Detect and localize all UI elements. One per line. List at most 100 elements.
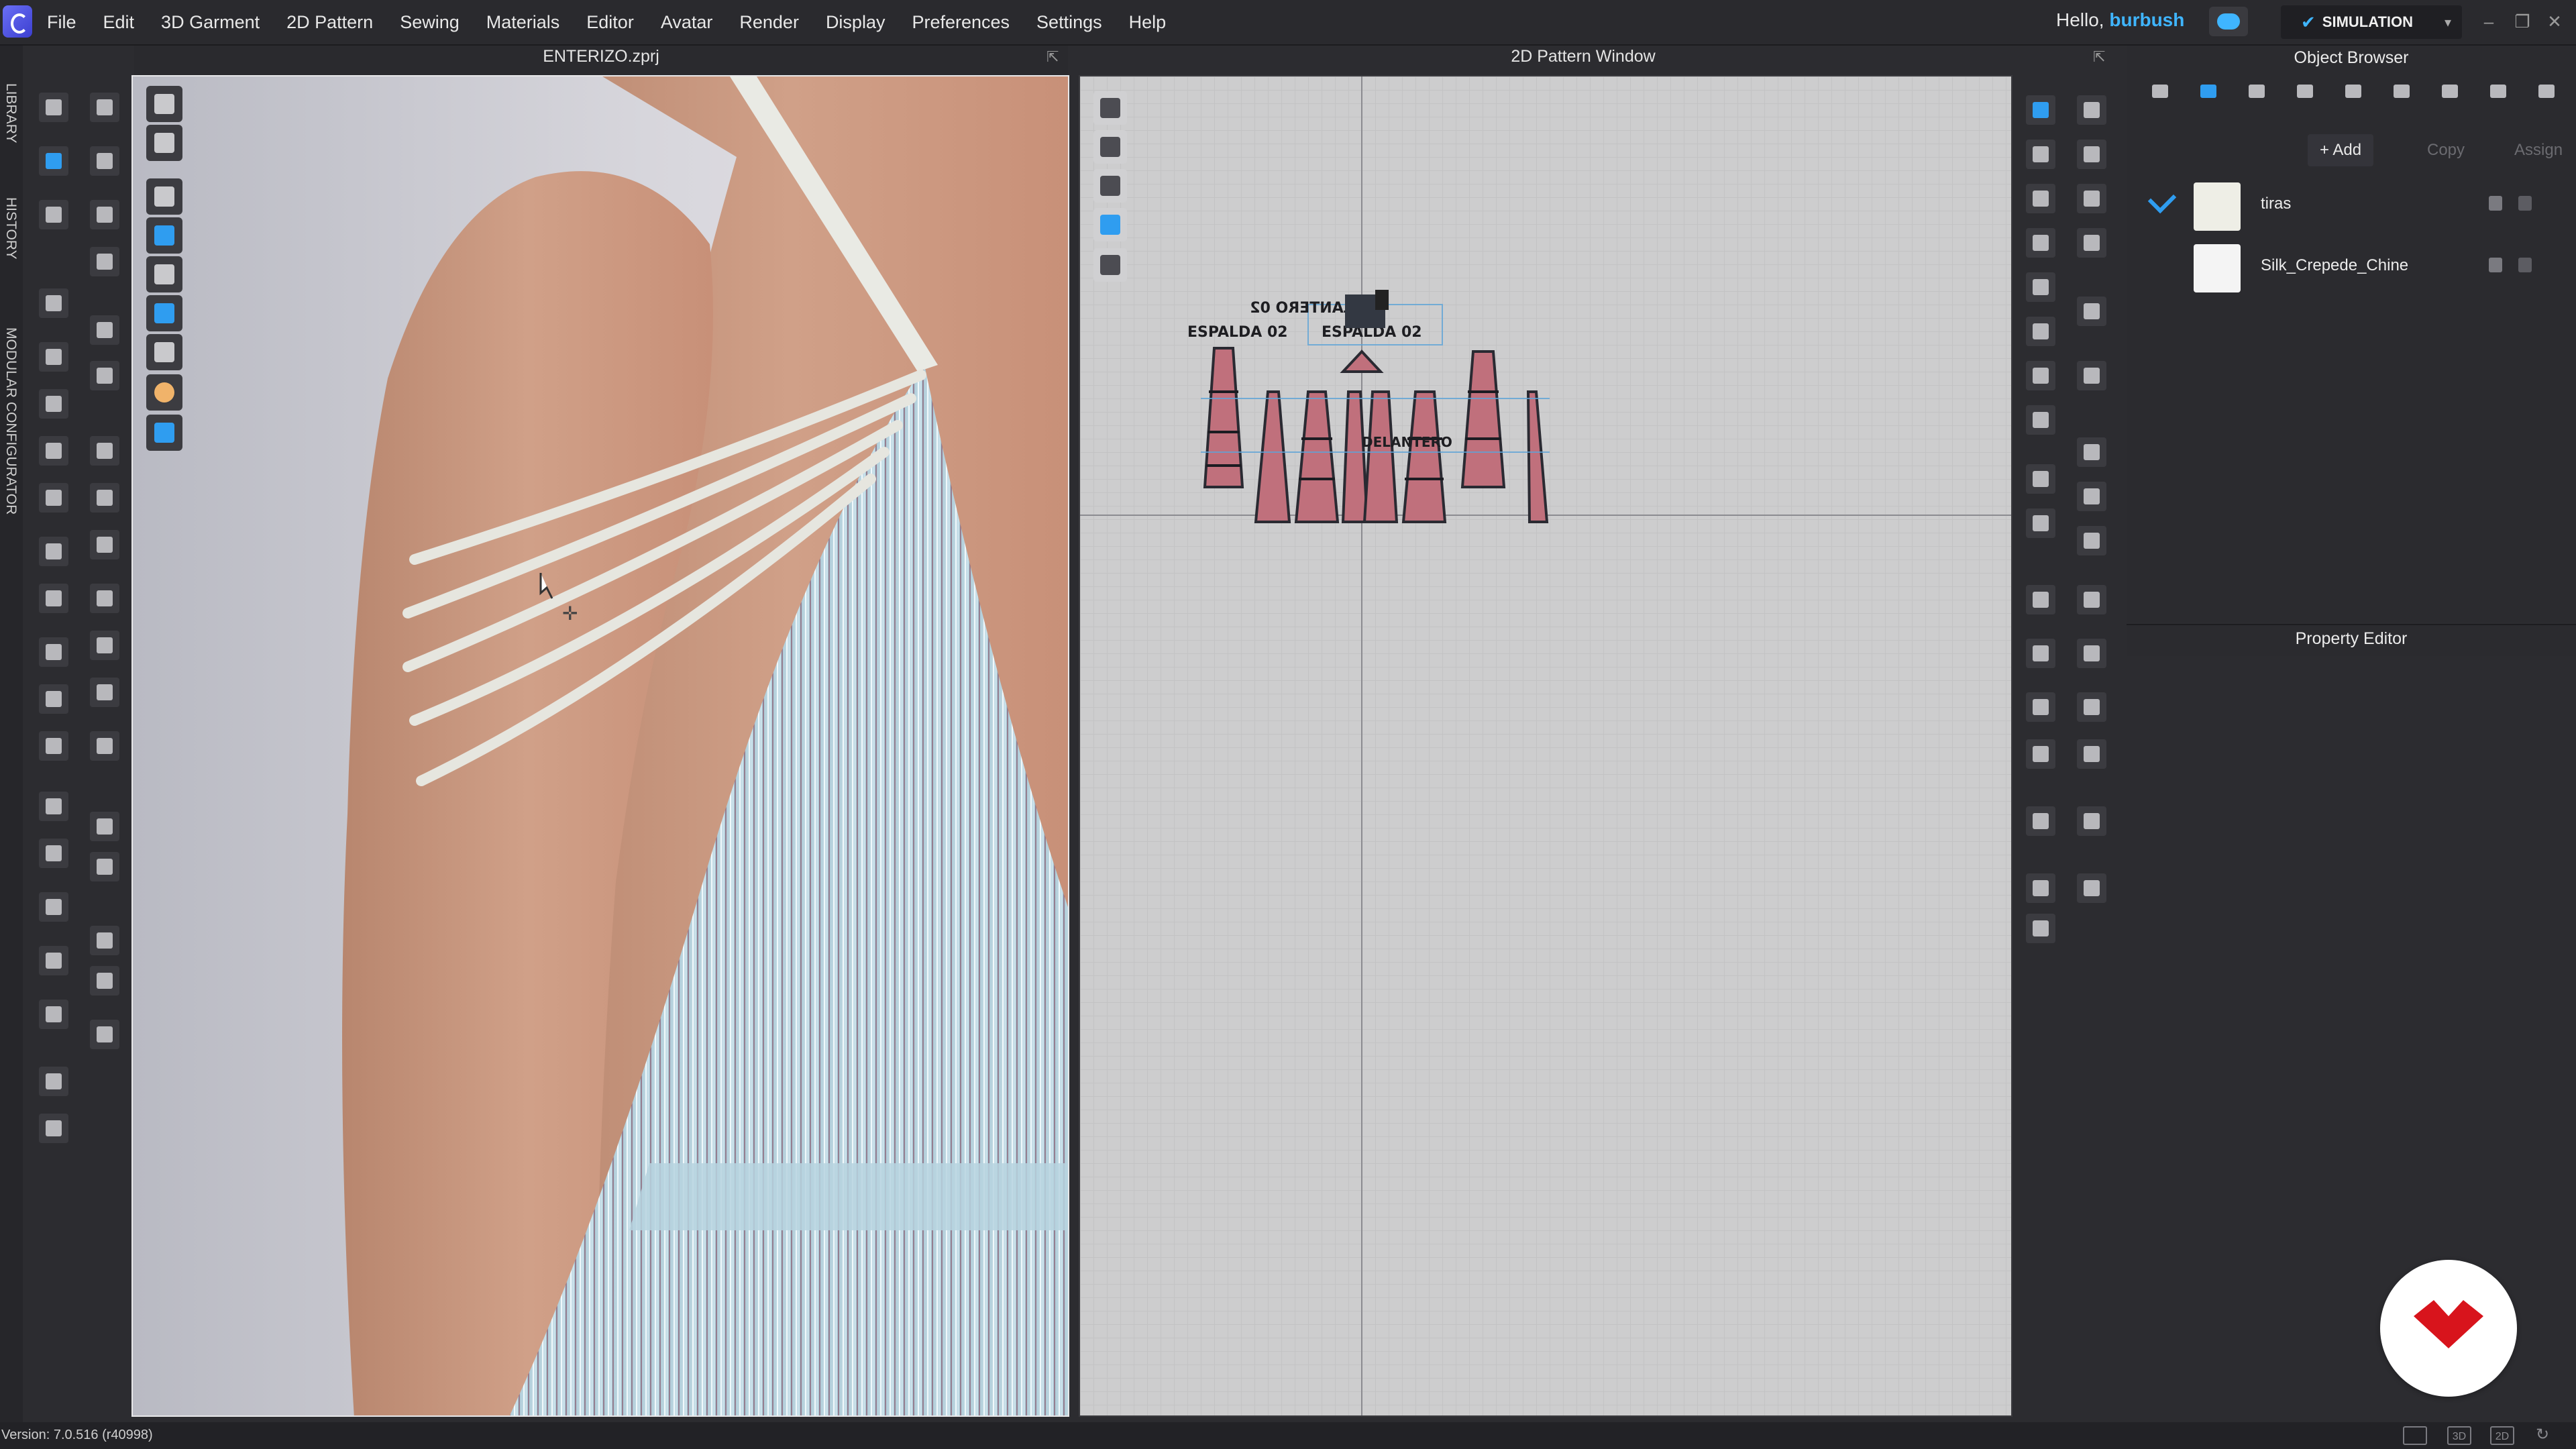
menu-display[interactable]: Display xyxy=(826,12,885,33)
edit-point-icon[interactable] xyxy=(90,200,119,229)
view-mode-split-icon[interactable] xyxy=(2403,1426,2427,1445)
annotation-icon[interactable] xyxy=(39,892,68,922)
button-tab-icon[interactable] xyxy=(2292,78,2318,105)
notch-icon[interactable] xyxy=(2026,464,2055,494)
puckering-tab-icon[interactable] xyxy=(2436,78,2463,105)
texture-icon[interactable] xyxy=(90,852,119,881)
fold-arrange-icon[interactable] xyxy=(2077,482,2106,511)
menu-preferences[interactable]: Preferences xyxy=(912,12,1010,33)
zipper-2d-icon[interactable] xyxy=(2077,806,2106,836)
menu-materials[interactable]: Materials xyxy=(486,12,560,33)
edit-pattern-icon[interactable] xyxy=(39,200,68,229)
assign-button[interactable]: Assign xyxy=(2502,134,2575,166)
info-icon[interactable] xyxy=(1093,169,1127,203)
shading-icon[interactable] xyxy=(90,966,119,996)
rectangle-icon[interactable] xyxy=(90,361,119,390)
pocket-icon[interactable] xyxy=(39,684,68,714)
seam-line-icon[interactable] xyxy=(2077,585,2106,614)
ellipse-2d-icon[interactable] xyxy=(2026,228,2055,258)
edit-curve-2d-icon[interactable] xyxy=(2077,140,2106,169)
fabric-weave-icon[interactable] xyxy=(90,483,119,513)
3d-garment-viewport[interactable]: ✛ xyxy=(131,75,1069,1417)
button-icon[interactable] xyxy=(90,584,119,613)
tape-tab-icon[interactable] xyxy=(2533,78,2560,105)
menu-editor[interactable]: Editor xyxy=(586,12,634,33)
measure-grid-icon[interactable] xyxy=(2026,806,2055,836)
list-item[interactable]: tiras xyxy=(2133,176,2576,235)
free-sewing-icon[interactable] xyxy=(2026,361,2055,390)
fold-icon[interactable] xyxy=(39,342,68,372)
steam-icon[interactable] xyxy=(39,436,68,466)
hanger-icon[interactable] xyxy=(39,1067,68,1096)
puckering-2d-icon[interactable] xyxy=(2077,692,2106,722)
symmetric-icon[interactable] xyxy=(2026,405,2055,435)
buttonhole-icon[interactable] xyxy=(90,631,119,660)
puckering-icon[interactable] xyxy=(90,926,119,955)
shading-mode-icon[interactable] xyxy=(146,334,182,370)
2d-pattern-viewport[interactable]: ESPALDA 02 ESPALDA 02 DELANTERO 02 DELAN… xyxy=(1079,75,2012,1417)
eye-icon[interactable] xyxy=(39,584,68,613)
visibility-icon[interactable] xyxy=(2518,258,2532,272)
avatar-icon[interactable] xyxy=(39,839,68,868)
tab-history[interactable]: HISTORY xyxy=(3,197,19,260)
fill-icon[interactable] xyxy=(39,637,68,667)
detach-2d-window-icon[interactable]: ⇱ xyxy=(2093,48,2105,66)
measure-icon[interactable] xyxy=(39,389,68,419)
show-pattern-icon[interactable] xyxy=(146,178,182,215)
shirt-icon[interactable] xyxy=(39,288,68,318)
trim-tab-icon[interactable] xyxy=(2485,78,2512,105)
tape-2d-icon[interactable] xyxy=(2026,639,2055,668)
grain-line-icon[interactable] xyxy=(2077,639,2106,668)
graphic-icon[interactable] xyxy=(90,812,119,841)
tab-library[interactable]: LIBRARY xyxy=(3,83,19,144)
lock-icon[interactable] xyxy=(2489,258,2502,272)
user-greeting[interactable]: Hello, burbush xyxy=(2056,9,2184,31)
trim-icon[interactable] xyxy=(90,731,119,761)
transform-pattern-icon[interactable] xyxy=(2077,95,2106,125)
display-avatar-icon[interactable] xyxy=(146,86,182,122)
polygon-icon[interactable] xyxy=(90,315,119,345)
add-button[interactable]: + Add xyxy=(2308,134,2374,166)
edit-pattern-2d-icon[interactable] xyxy=(2026,95,2055,125)
view-mode-3d-icon[interactable]: 3D xyxy=(2447,1426,2471,1445)
pants-icon[interactable] xyxy=(39,792,68,821)
trace-icon[interactable] xyxy=(2077,297,2106,326)
texture-surface-icon[interactable] xyxy=(146,295,182,331)
zipper-icon[interactable] xyxy=(90,678,119,707)
text-label-icon[interactable] xyxy=(2026,739,2055,769)
slash-spread-icon[interactable] xyxy=(2026,508,2055,538)
graphic-2d-icon[interactable] xyxy=(2026,873,2055,903)
segment-sewing-icon[interactable] xyxy=(2026,317,2055,346)
grid-icon[interactable] xyxy=(90,530,119,559)
menu-avatar[interactable]: Avatar xyxy=(661,12,713,33)
environment-icon[interactable] xyxy=(146,415,182,451)
close-icon[interactable]: ✕ xyxy=(2541,9,2568,34)
menu-file[interactable]: File xyxy=(47,12,76,33)
list-view-icon[interactable] xyxy=(2147,78,2174,105)
menu-help[interactable]: Help xyxy=(1129,12,1167,33)
edit-point-2d-icon[interactable] xyxy=(2026,140,2055,169)
menu-3d-garment[interactable]: 3D Garment xyxy=(161,12,260,33)
menu-render[interactable]: Render xyxy=(739,12,799,33)
avatar-skin-icon[interactable] xyxy=(146,374,182,411)
select-move-icon[interactable] xyxy=(39,93,68,122)
fabric-display-icon[interactable] xyxy=(1093,208,1127,241)
dart-icon[interactable] xyxy=(2026,272,2055,302)
tab-modular-configurator[interactable]: MODULAR CONFIGURATOR xyxy=(3,327,19,515)
menu-edit[interactable]: Edit xyxy=(103,12,135,33)
graphic-tab-icon[interactable] xyxy=(2243,78,2270,105)
copy-button[interactable]: Copy xyxy=(2415,134,2477,166)
app-logo-icon[interactable] xyxy=(3,5,32,38)
length-measure-icon[interactable] xyxy=(2026,585,2055,614)
button-2d-icon[interactable] xyxy=(2077,873,2106,903)
iron-icon[interactable] xyxy=(39,483,68,513)
menu-2d-pattern[interactable]: 2D Pattern xyxy=(286,12,373,33)
list-item[interactable]: Silk_Crepede_Chine xyxy=(2133,237,2576,297)
simulation-mode-dropdown[interactable]: ✔ SIMULATION ▾ xyxy=(2281,5,2462,39)
stitch-icon[interactable] xyxy=(2077,739,2106,769)
internal-line-icon[interactable] xyxy=(2077,228,2106,258)
polygon-2d-icon[interactable] xyxy=(2026,184,2055,213)
tape-icon[interactable] xyxy=(90,436,119,466)
display-garment-icon[interactable] xyxy=(146,125,182,161)
jacket-icon[interactable] xyxy=(39,1114,68,1143)
